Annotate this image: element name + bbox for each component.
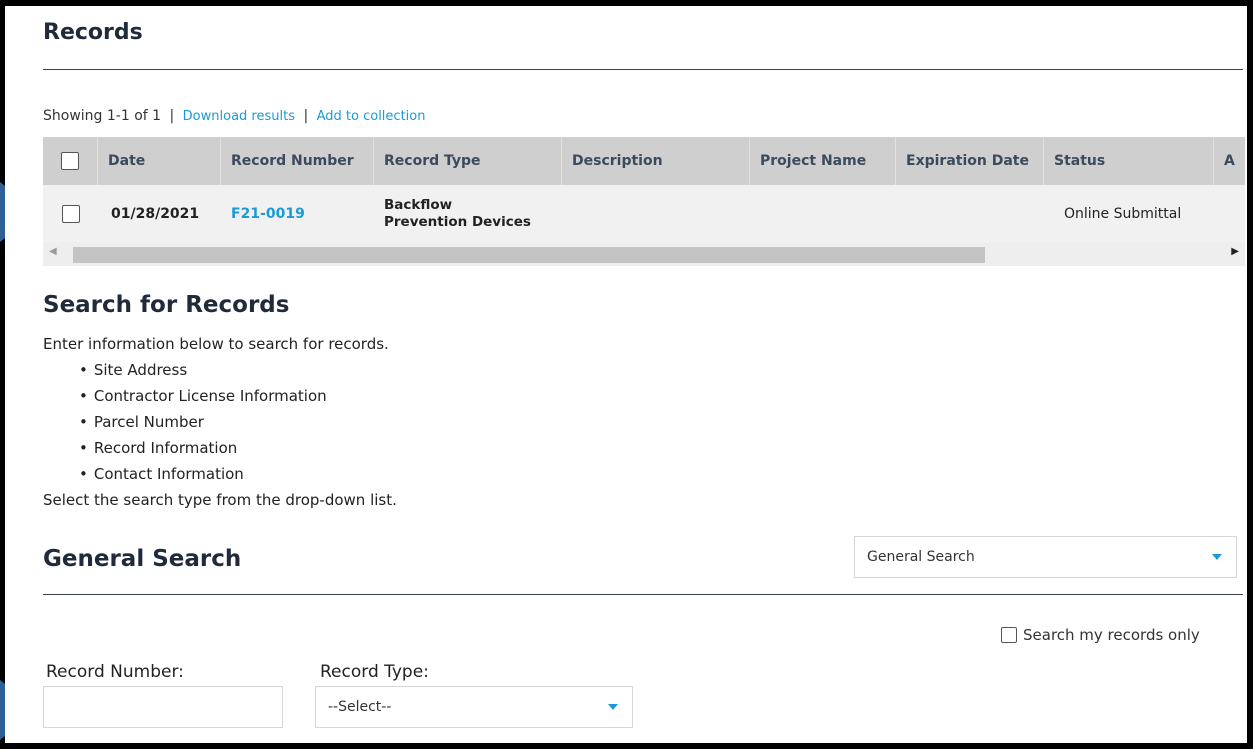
results-summary: Showing 1-1 of 1 | Download results | Ad…: [43, 108, 425, 124]
search-instructions: Enter information below to search for re…: [43, 331, 397, 513]
records-grid: Date Record Number Record Type Descripti…: [43, 137, 1245, 266]
cell-record-number: F21-0019: [221, 185, 374, 242]
grid-header: Date Record Number Record Type Descripti…: [43, 137, 1245, 185]
row-select-cell: [43, 185, 98, 242]
divider: [43, 69, 1243, 70]
showing-count: Showing 1-1 of 1: [43, 108, 162, 124]
records-heading: Records: [43, 20, 143, 45]
record-type-label: Record Type:: [320, 662, 429, 682]
cell-description: [562, 185, 750, 242]
divider: [43, 594, 1243, 595]
my-records-label: Search my records only: [1023, 626, 1200, 644]
column-header-expiration-date[interactable]: Expiration Date: [896, 137, 1044, 185]
column-header-date[interactable]: Date: [98, 137, 221, 185]
add-to-collection-link[interactable]: Add to collection: [317, 109, 426, 124]
search-options-list: Site Address Contractor License Informat…: [43, 357, 397, 487]
intro-text: Enter information below to search for re…: [43, 335, 389, 353]
cell-project-name: [750, 185, 896, 242]
caret-down-icon: [608, 704, 618, 710]
record-number-link[interactable]: F21-0019: [231, 206, 305, 222]
record-number-label: Record Number:: [46, 662, 184, 682]
column-header-record-number[interactable]: Record Number: [221, 137, 374, 185]
list-item: Parcel Number: [89, 409, 397, 435]
table-row: 01/28/2021 F21-0019 Backflow Prevention …: [43, 185, 1245, 242]
separator: |: [169, 108, 175, 124]
search-type-value: General Search: [867, 549, 975, 565]
page-frame: Records Showing 1-1 of 1 | Download resu…: [5, 6, 1247, 743]
scrollbar-thumb[interactable]: [73, 247, 985, 263]
record-type-dropdown[interactable]: --Select--: [315, 686, 633, 728]
list-item: Record Information: [89, 435, 397, 461]
my-records-option[interactable]: Search my records only: [1001, 626, 1200, 644]
separator: |: [303, 108, 309, 124]
list-item: Contact Information: [89, 461, 397, 487]
select-all-checkbox[interactable]: [61, 152, 79, 170]
column-header-record-type[interactable]: Record Type: [374, 137, 562, 185]
record-number-input[interactable]: [43, 686, 283, 728]
cell-record-type: Backflow Prevention Devices: [374, 185, 562, 242]
record-type-line: Prevention Devices: [384, 213, 531, 230]
triangle-left-icon[interactable]: ◀: [49, 246, 57, 257]
triangle-right-icon[interactable]: ▶: [1231, 246, 1239, 257]
cell-date: 01/28/2021: [111, 205, 200, 222]
my-records-checkbox[interactable]: [1001, 627, 1017, 643]
row-checkbox[interactable]: [61, 204, 80, 223]
record-type-value: --Select--: [328, 699, 392, 715]
caret-down-icon: [1212, 554, 1222, 560]
column-header-project-name[interactable]: Project Name: [750, 137, 896, 185]
cell-status: Online Submittal: [1064, 205, 1182, 222]
column-header-description[interactable]: Description: [562, 137, 750, 185]
horizontal-scrollbar[interactable]: ◀ ▶: [43, 242, 1245, 266]
list-item: Contractor License Information: [89, 383, 397, 409]
column-header-truncated[interactable]: A: [1214, 137, 1245, 185]
list-item: Site Address: [89, 357, 397, 383]
column-header-status[interactable]: Status: [1044, 137, 1214, 185]
search-heading: Search for Records: [43, 292, 290, 318]
select-all-cell: [43, 137, 98, 185]
general-search-heading: General Search: [43, 546, 242, 572]
search-type-dropdown[interactable]: General Search: [854, 536, 1237, 578]
record-type-line: Backflow: [384, 196, 453, 213]
hint-text: Select the search type from the drop-dow…: [43, 491, 397, 509]
download-results-link[interactable]: Download results: [183, 109, 295, 124]
cell-expiration-date: [896, 185, 1044, 242]
